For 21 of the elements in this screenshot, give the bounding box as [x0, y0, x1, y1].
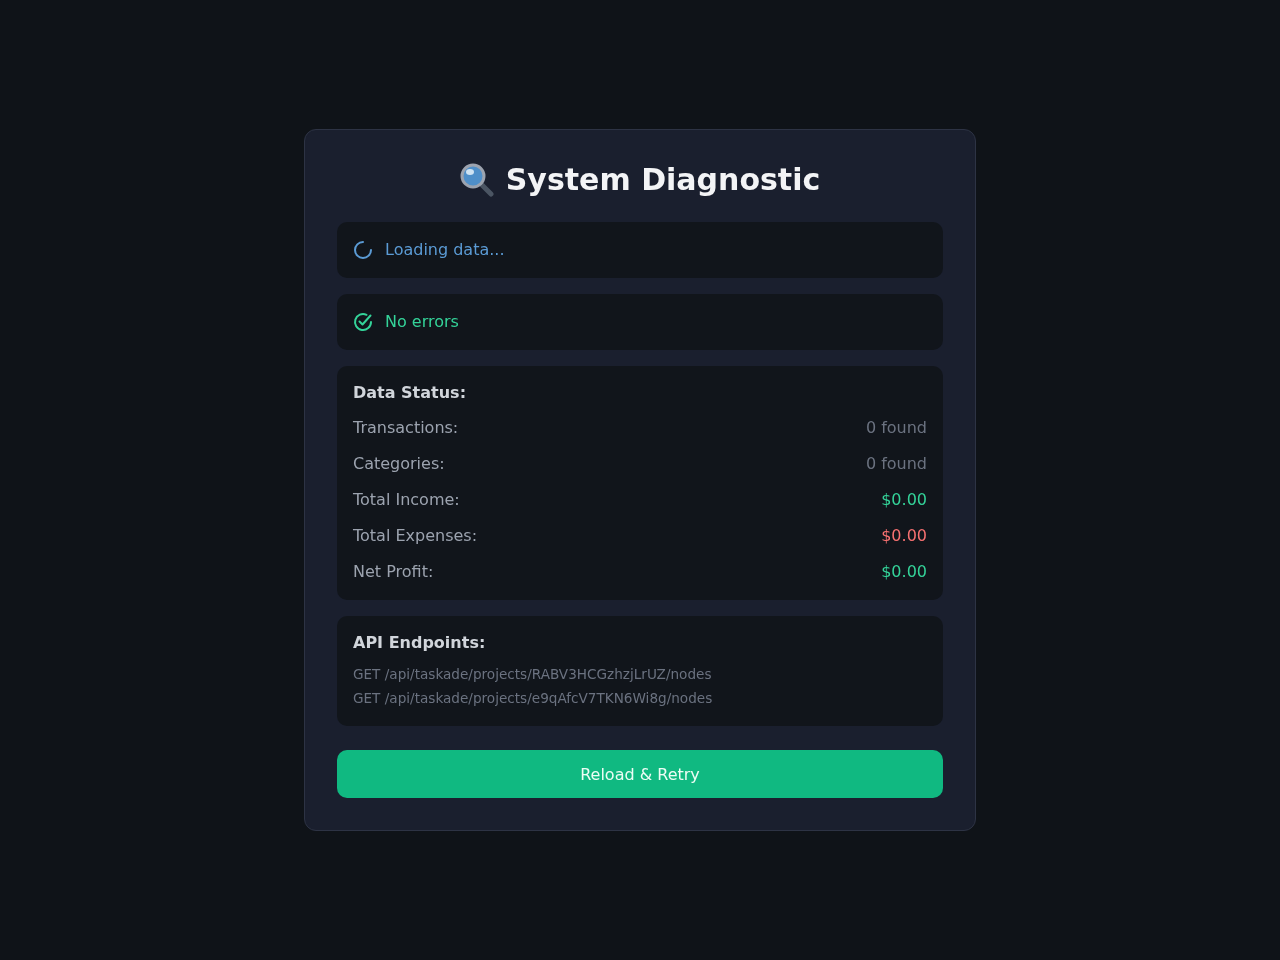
status-message: No errors: [385, 311, 459, 333]
stat-value: $0.00: [881, 489, 927, 511]
endpoint-text: GET /api/taskade/projects/RABV3HCGzhzjLrUZ/nodes: [353, 665, 712, 684]
stat-label: Total Income:: [353, 489, 460, 511]
check-circle-icon: [353, 312, 373, 332]
stat-value: $0.00: [881, 525, 927, 547]
section-heading: API Endpoints:: [353, 632, 486, 654]
stat-label: Categories:: [353, 453, 445, 475]
stat-value: $0.00: [881, 561, 927, 583]
stat-label: Net Profit:: [353, 561, 434, 583]
stat-label: Total Expenses:: [353, 525, 478, 547]
section-heading: Data Status:: [353, 382, 467, 404]
stat-label: Transactions:: [353, 417, 459, 439]
magnifier-icon: [459, 163, 494, 197]
endpoint-text: GET /api/taskade/projects/e9qAfcV7TKN6Wi8g/nodes: [353, 689, 713, 708]
stat-value: 0 found: [865, 417, 927, 439]
stat-value: 0 found: [865, 453, 927, 475]
page-title: System Diagnostic: [505, 162, 821, 198]
status-message: Loading data...: [385, 239, 505, 261]
reload-retry-button[interactable]: Reload & Retry: [337, 750, 943, 798]
spinner-icon: [353, 240, 373, 260]
